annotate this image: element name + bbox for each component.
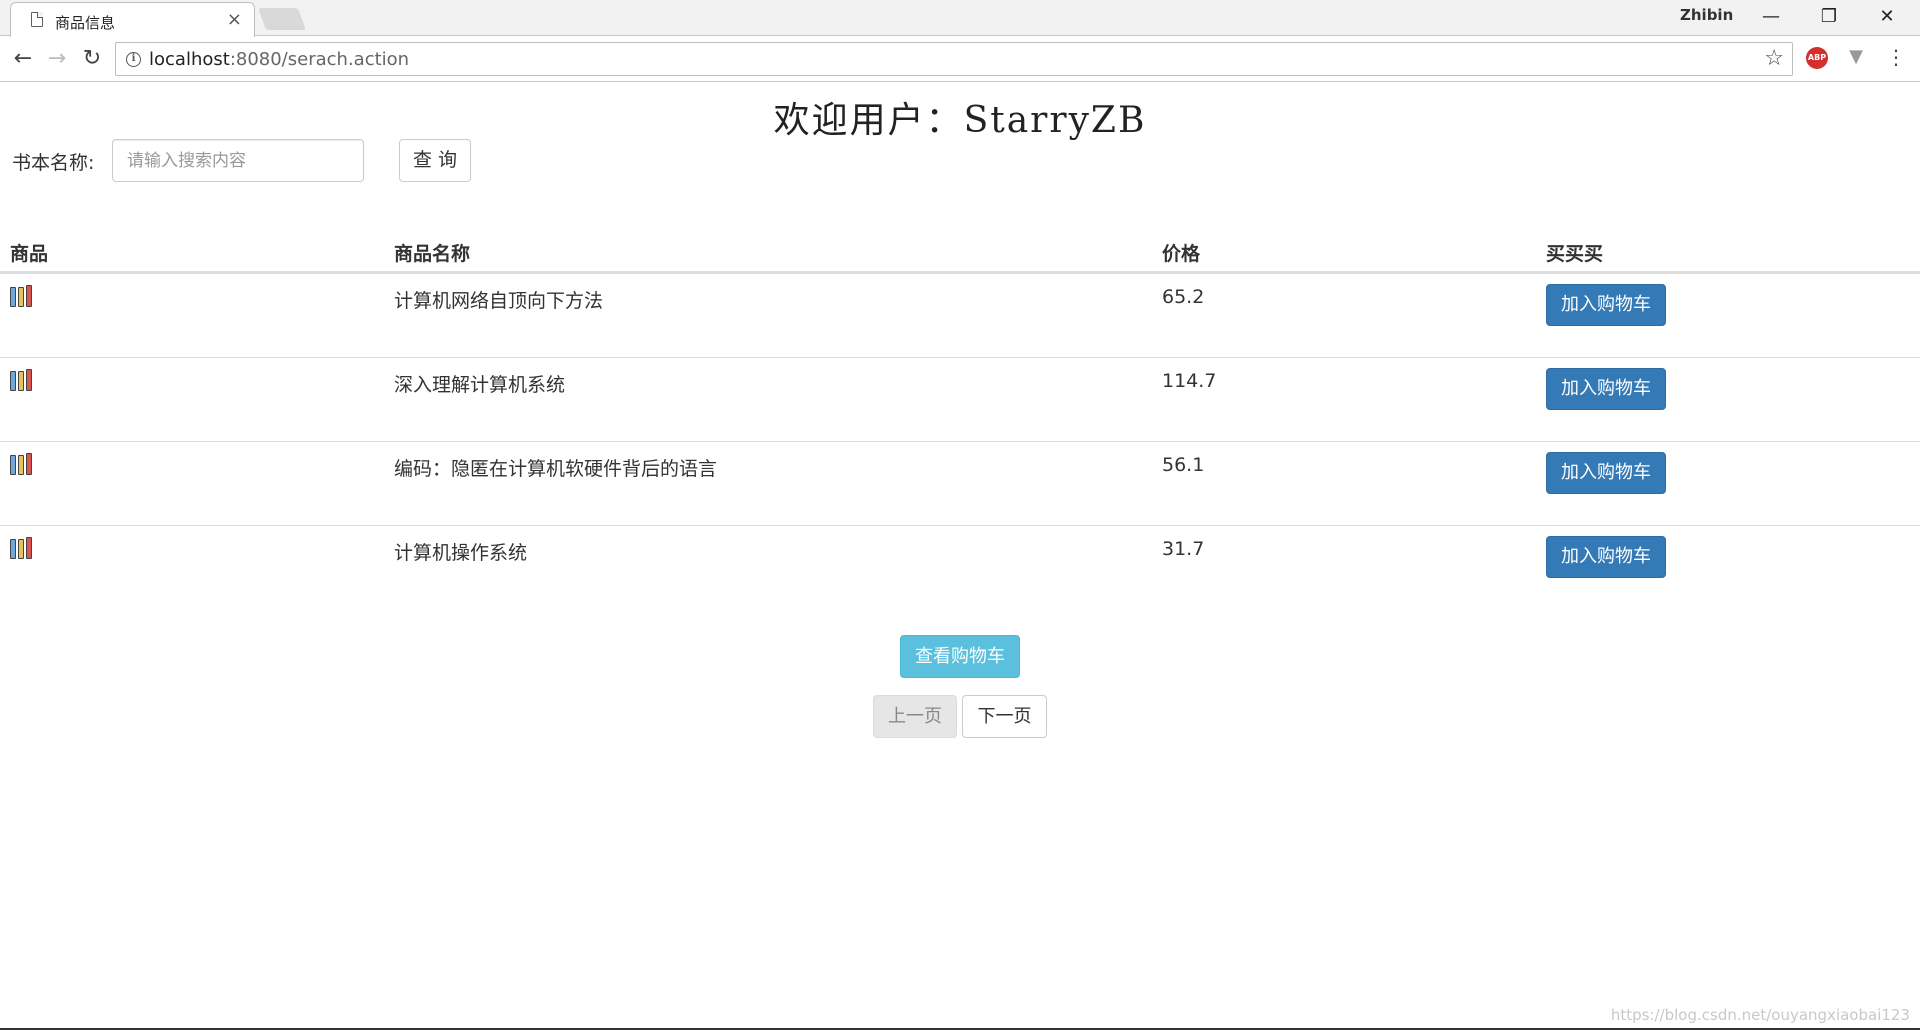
- product-price: 65.2: [1162, 286, 1205, 308]
- product-table: 商品 商品名称 价格 买买买 计算机网络自顶向下方法 65.2 加入购物车 深入…: [0, 231, 1920, 609]
- product-price: 114.7: [1162, 370, 1217, 392]
- close-window-icon[interactable]: ✕: [1863, 0, 1911, 34]
- watermark: https://blog.csdn.net/ouyangxiaobai123: [1610, 1006, 1910, 1024]
- table-row: 编码：隐匿在计算机软硬件背后的语言 56.1 加入购物车: [0, 441, 1920, 525]
- header-product: 商品: [10, 243, 49, 265]
- table-row: 计算机网络自顶向下方法 65.2 加入购物车: [0, 273, 1920, 357]
- browser-menu-icon[interactable]: ⋮: [1886, 45, 1906, 69]
- add-to-cart-button[interactable]: 加入购物车: [1546, 452, 1666, 494]
- bookmark-star-icon[interactable]: ☆: [1764, 46, 1784, 71]
- welcome-heading: 欢迎用户：StarryZB: [773, 100, 1147, 141]
- next-page-button[interactable]: 下一页: [962, 695, 1047, 738]
- header-buy: 买买买: [1546, 243, 1604, 265]
- books-icon: [10, 537, 35, 559]
- table-row: 深入理解计算机系统 114.7 加入购物车: [0, 357, 1920, 441]
- reload-icon[interactable]: ↻: [79, 46, 105, 72]
- shield-extension-icon[interactable]: ▼: [1846, 46, 1866, 68]
- view-cart-button[interactable]: 查看购物车: [900, 635, 1020, 678]
- page-icon: [31, 12, 43, 27]
- books-icon: [10, 285, 35, 307]
- tab-title: 商品信息: [55, 14, 116, 32]
- header-product-name: 商品名称: [394, 243, 471, 265]
- product-name: 深入理解计算机系统: [394, 374, 566, 396]
- tab-close-icon[interactable]: ×: [227, 9, 242, 30]
- prev-page-button[interactable]: 上一页: [873, 695, 957, 738]
- table-row: 计算机操作系统 31.7 加入购物车: [0, 525, 1920, 609]
- browser-toolbar: ← → ↻ i localhost:8080/serach.action ☆ A…: [0, 37, 1920, 82]
- browser-tabstrip: 商品信息 × Zhibin — ❐ ✕: [0, 0, 1920, 37]
- search-input[interactable]: [112, 139, 364, 182]
- product-name: 计算机网络自顶向下方法: [394, 290, 604, 312]
- product-price: 56.1: [1162, 454, 1205, 476]
- address-bar[interactable]: i localhost:8080/serach.action ☆: [115, 42, 1793, 76]
- minimize-icon[interactable]: —: [1747, 0, 1795, 34]
- profile-name[interactable]: Zhibin: [1680, 6, 1733, 24]
- adblock-icon[interactable]: ABP: [1806, 47, 1828, 69]
- restore-icon[interactable]: ❐: [1805, 0, 1853, 34]
- product-name: 计算机操作系统: [394, 542, 528, 564]
- books-icon: [10, 369, 35, 391]
- add-to-cart-button[interactable]: 加入购物车: [1546, 368, 1666, 410]
- add-to-cart-button[interactable]: 加入购物车: [1546, 284, 1666, 326]
- back-icon[interactable]: ←: [10, 46, 36, 72]
- page-viewport: 欢迎用户：StarryZB 书本名称: 查 询 商品 商品名称 价格 买买买 计…: [0, 83, 1920, 1030]
- books-icon: [10, 453, 35, 475]
- product-name: 编码：隐匿在计算机软硬件背后的语言: [394, 458, 718, 480]
- new-tab-button[interactable]: [257, 8, 307, 30]
- query-button[interactable]: 查 询: [399, 139, 471, 182]
- add-to-cart-button[interactable]: 加入购物车: [1546, 536, 1666, 578]
- forward-icon[interactable]: →: [44, 46, 70, 72]
- header-price: 价格: [1162, 243, 1201, 265]
- info-icon[interactable]: i: [126, 52, 141, 67]
- browser-tab[interactable]: 商品信息 ×: [10, 2, 255, 37]
- search-label: 书本名称:: [12, 152, 95, 174]
- url-text: localhost:8080/serach.action: [149, 49, 410, 70]
- table-header: 商品 商品名称 价格 买买买: [0, 231, 1920, 273]
- product-price: 31.7: [1162, 538, 1205, 560]
